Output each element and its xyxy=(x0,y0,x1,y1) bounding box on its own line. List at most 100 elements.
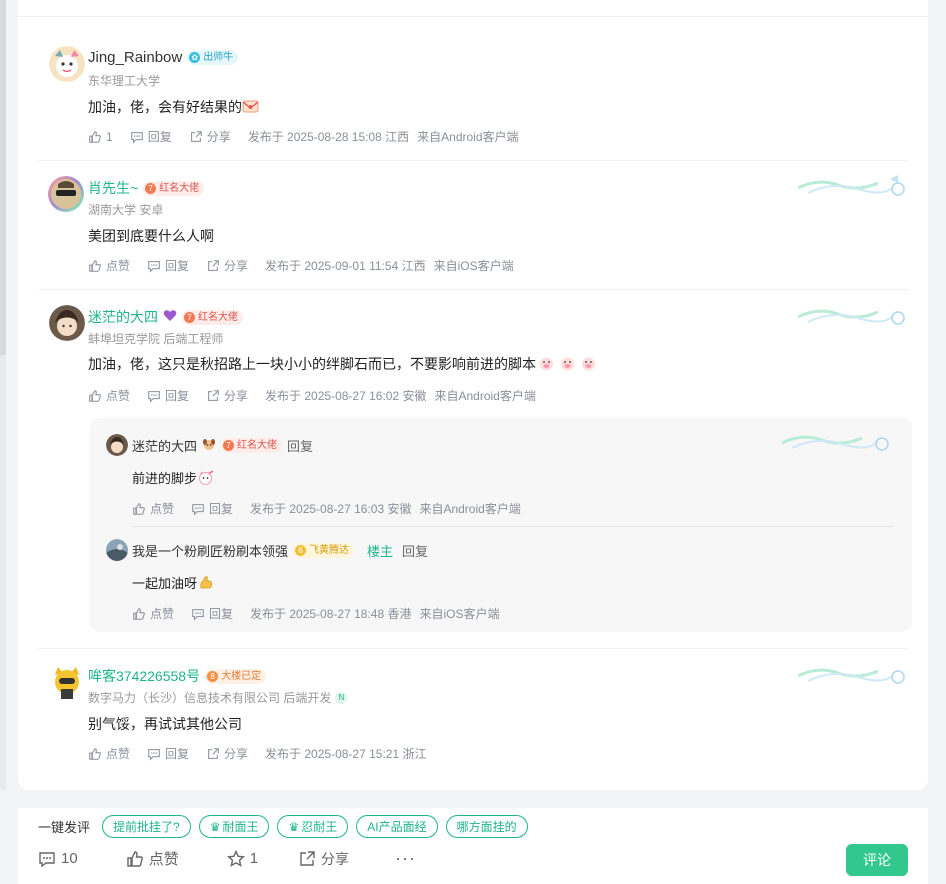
username[interactable]: Jing_Rainbow xyxy=(88,49,182,66)
like-button[interactable]: 点赞 xyxy=(132,605,174,622)
post-time: 发布于 2025-08-27 15:21 浙江 xyxy=(265,747,427,761)
avatar[interactable] xyxy=(47,175,85,213)
reply-author-row: 我是一个粉刷匠粉刷本领强 6 飞黄腾达 楼主 回复 xyxy=(132,541,428,560)
favorite-count: 1 xyxy=(249,850,259,867)
reply-actions: 点赞 回复 发布于 2025-08-27 18:48 香港 来自iOS客户端 xyxy=(132,605,499,622)
chip-label: 忍耐王 xyxy=(301,820,338,834)
chip-label: 耐面王 xyxy=(222,820,259,834)
author-school: 湖南大学 安卓 xyxy=(88,203,164,217)
share-button[interactable]: 分享 xyxy=(189,128,231,145)
comment-text: 美团到底要什么人啊 xyxy=(88,228,214,244)
share-button[interactable]: 分享 xyxy=(206,257,248,274)
post-time: 发布于 2025-08-27 18:48 香港 xyxy=(250,607,412,621)
like-button[interactable]: 点赞 xyxy=(132,500,174,517)
favorite-button[interactable]: 1 xyxy=(226,849,259,868)
quick-chip[interactable]: 提前批挂了? xyxy=(102,815,191,838)
like-button[interactable]: 点赞 xyxy=(88,257,130,274)
share-label: 分享 xyxy=(224,259,249,273)
username[interactable]: 迷茫的大四 xyxy=(132,436,197,455)
envelope-emoji-icon xyxy=(242,99,259,117)
comment-actions: 点赞 回复 分享 发布于 2025-08-27 16:02 安徽 来自Andro… xyxy=(88,387,536,404)
share-button[interactable]: 分享 xyxy=(206,745,248,762)
username[interactable]: 我是一个粉刷匠粉刷本领强 xyxy=(132,541,288,560)
author-company-row: 数字马力（长沙）信息技术有限公司 后端开发 N xyxy=(88,689,348,706)
quick-chip[interactable]: 哪方面挂的 xyxy=(445,815,528,838)
share-post-button[interactable]: 分享 xyxy=(298,849,349,869)
share-label: 分享 xyxy=(224,389,249,403)
reply-button[interactable]: 回复 xyxy=(147,745,189,762)
more-button[interactable]: ··· xyxy=(395,848,416,869)
avatar[interactable] xyxy=(106,539,128,561)
like-button[interactable]: 点赞 xyxy=(88,745,130,762)
page-scrollbar-track[interactable] xyxy=(0,0,6,790)
quick-comment-row: 一键发评 提前批挂了? ♛ 耐面王 ♛ 忍耐王 AI产品面经 哪方面挂的 xyxy=(38,815,528,838)
avatar[interactable] xyxy=(49,665,85,701)
author-row: 哞客374226558号 8 大楼已定 xyxy=(88,666,267,686)
reply-button[interactable]: 回复 xyxy=(147,387,189,404)
chat-bubble-icon xyxy=(148,748,160,761)
newbie-icon: N xyxy=(335,691,348,704)
nameplate-decoration-icon xyxy=(798,668,905,684)
page-scrollbar-thumb[interactable] xyxy=(0,0,6,355)
thumbs-up-icon xyxy=(89,259,101,272)
share-icon xyxy=(208,259,219,271)
author-school: 东华理工大学 xyxy=(88,74,161,88)
quick-chip[interactable]: ♛ 忍耐王 xyxy=(277,815,349,838)
share-button[interactable]: 分享 xyxy=(206,387,248,404)
post-time: 发布于 2025-08-28 15:08 江西 xyxy=(247,130,410,144)
like-label: 点赞 xyxy=(106,389,131,403)
author-row: 迷茫的大四 7 红名大佬 xyxy=(88,307,243,327)
chat-bubble-icon xyxy=(192,608,204,621)
like-button[interactable]: 1 xyxy=(88,130,113,144)
comment-actions: 点赞 回复 分享 发布于 2025-08-27 15:21 浙江 xyxy=(88,745,434,762)
avatar[interactable] xyxy=(49,46,85,82)
submit-comment-button[interactable]: 评论 xyxy=(846,844,908,876)
reply-label: 回复 xyxy=(147,130,172,144)
comment-text: 加油，佬，这只是秋招路上一块小小的绊脚石而已，不要影响前进的脚本 xyxy=(88,354,597,374)
username[interactable]: 哞客374226558号 xyxy=(88,666,200,686)
thumbs-up-icon xyxy=(89,389,101,402)
reply-text: 前进的脚步 xyxy=(132,468,214,488)
like-post-button[interactable]: 点赞 xyxy=(126,848,179,869)
comment-count: 10 xyxy=(61,850,78,867)
reply-button[interactable]: 回复 xyxy=(191,500,233,517)
username[interactable]: 迷茫的大四 xyxy=(88,307,158,327)
badge-icon: 6 xyxy=(295,545,307,556)
star-icon xyxy=(226,849,245,867)
reply-text: 一起加油呀 xyxy=(132,573,214,593)
thumbs-up-icon xyxy=(133,502,145,515)
like-count: 1 xyxy=(106,129,113,144)
reply-thread: 迷茫的大四 7 红名大佬 回复 前进的脚步 点赞 回复 发布于 2025-08-2… xyxy=(90,418,912,632)
like-label: 点赞 xyxy=(106,259,131,273)
top-divider xyxy=(18,16,928,17)
avatar[interactable] xyxy=(106,434,128,456)
username[interactable]: 肖先生~ xyxy=(88,178,138,198)
comment-count-button[interactable]: 10 xyxy=(38,850,78,868)
like-label: 点赞 xyxy=(106,747,131,761)
pig-emoji-icon xyxy=(559,356,576,374)
reply-label: 回复 xyxy=(209,502,234,516)
author-school: 蚌埠坦克学院 后端工程师 xyxy=(88,332,224,346)
host-tag: 楼主 xyxy=(367,544,394,559)
badge-label: 红名大佬 xyxy=(198,311,238,323)
thumbs-up-icon xyxy=(126,850,143,867)
reply-button[interactable]: 回复 xyxy=(191,605,233,622)
chat-bubble-icon xyxy=(130,131,143,144)
reply-button[interactable]: 回复 xyxy=(130,128,172,145)
quick-chip[interactable]: AI产品面经 xyxy=(356,815,438,838)
nameplate-decoration-icon xyxy=(798,309,905,325)
quick-chip[interactable]: ♛ 耐面王 xyxy=(198,815,270,838)
reply-link[interactable]: 回复 xyxy=(402,541,428,560)
reply-button[interactable]: 回复 xyxy=(147,257,189,274)
share-label: 分享 xyxy=(224,747,249,761)
reply-author-row: 迷茫的大四 7 红名大佬 回复 xyxy=(132,436,313,455)
post-source: 来自iOS客户端 xyxy=(419,607,500,621)
reply-divider xyxy=(132,526,894,527)
comment-text: 加油，佬，会有好结果的 xyxy=(88,97,259,117)
avatar[interactable] xyxy=(49,305,85,341)
bottom-action-bar: 一键发评 提前批挂了? ♛ 耐面王 ♛ 忍耐王 AI产品面经 哪方面挂的 10 点赞… xyxy=(18,808,928,884)
share-icon xyxy=(208,389,219,401)
reply-link[interactable]: 回复 xyxy=(287,436,313,455)
like-button[interactable]: 点赞 xyxy=(88,387,130,404)
post-source: 来自Android客户端 xyxy=(434,389,536,403)
